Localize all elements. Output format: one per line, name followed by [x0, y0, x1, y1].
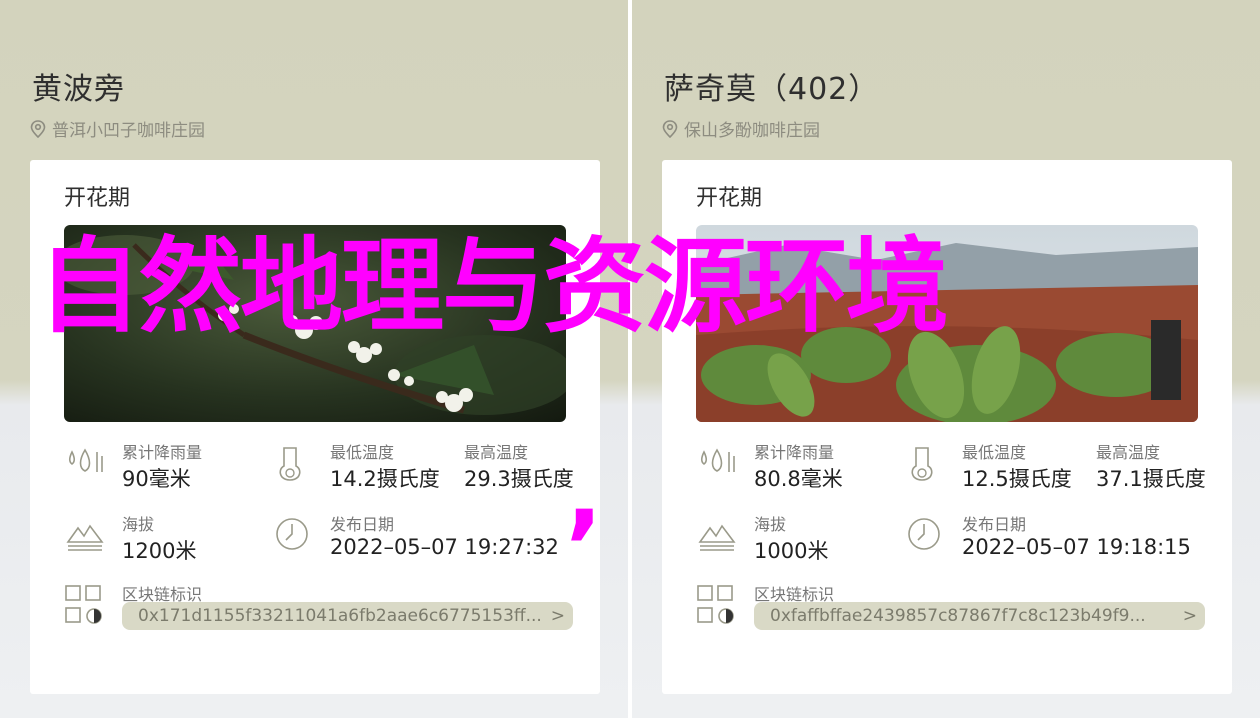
clock-icon — [908, 518, 940, 550]
rainfall-value: 80.8毫米 — [754, 467, 843, 491]
chevron-right-icon: > — [550, 606, 565, 626]
chain-id-text: 0xfaffbffae2439857c87867f7c8c123b49f9... — [770, 606, 1146, 626]
min-temp-value: 14.2摄氏度 — [330, 467, 440, 491]
rain-drops-icon — [68, 448, 103, 472]
qr-chain-icon — [65, 585, 102, 624]
date-value: 2022–05–07 19:27:32 — [330, 535, 559, 559]
mountain-icon — [66, 524, 104, 551]
farm-name: 黄波旁 — [32, 72, 125, 107]
clock-icon — [276, 518, 308, 550]
altitude-label: 海拔 — [122, 515, 155, 534]
right-farm-screen: 萨奇莫（402） 保山多酚咖啡庄园 开花期 累计降雨量 80.8毫米 最低温度 … — [632, 0, 1260, 718]
mountain-icon — [698, 524, 736, 551]
location-pin-icon — [662, 119, 678, 138]
section-title: 开花期 — [696, 186, 763, 211]
chain-id-text: 0x171d1155f33211041a6fb2aae6c6775153ff..… — [138, 606, 542, 626]
location-pin-icon — [30, 119, 46, 138]
max-temp-value: 29.3摄氏度 — [464, 467, 574, 491]
farm-location: 保山多酚咖啡庄园 — [662, 116, 820, 141]
farm-name: 萨奇莫（402） — [664, 72, 880, 107]
chevron-right-icon: > — [1182, 606, 1197, 626]
date-label: 发布日期 — [962, 515, 1027, 534]
farm-location-text: 普洱小凹子咖啡庄园 — [52, 121, 205, 141]
farm-location-text: 保山多酚咖啡庄园 — [684, 121, 820, 141]
date-label: 发布日期 — [330, 515, 395, 534]
rain-drops-icon — [700, 448, 735, 472]
date-value: 2022–05–07 19:18:15 — [962, 535, 1191, 559]
rainfall-label: 累计降雨量 — [754, 443, 835, 462]
min-temp-label: 最低温度 — [962, 443, 1027, 462]
min-temp-value: 12.5摄氏度 — [962, 467, 1072, 491]
chain-id-button[interactable]: 0xfaffbffae2439857c87867f7c8c123b49f9...… — [754, 602, 1205, 630]
min-temp-label: 最低温度 — [330, 443, 395, 462]
rainfall-label: 累计降雨量 — [122, 443, 203, 462]
altitude-value: 1200米 — [122, 539, 197, 563]
overlay-comma: , — [566, 438, 603, 550]
max-temp-label: 最高温度 — [1096, 443, 1161, 462]
rainfall-value: 90毫米 — [122, 467, 191, 491]
section-title: 开花期 — [64, 186, 131, 211]
thermometer-icon — [911, 447, 933, 481]
farm-location: 普洱小凹子咖啡庄园 — [30, 116, 205, 141]
overlay-caption: 自然地理与资源环境 — [38, 227, 949, 347]
qr-chain-icon — [697, 585, 734, 624]
max-temp-label: 最高温度 — [464, 443, 529, 462]
left-farm-screen: 黄波旁 普洱小凹子咖啡庄园 开花期 累计降雨量 90毫米 最低温度 14.2摄氏… — [0, 0, 628, 718]
altitude-value: 1000米 — [754, 539, 829, 563]
max-temp-value: 37.1摄氏度 — [1096, 467, 1206, 491]
thermometer-icon — [279, 447, 301, 481]
altitude-label: 海拔 — [754, 515, 787, 534]
chain-id-button[interactable]: 0x171d1155f33211041a6fb2aae6c6775153ff..… — [122, 602, 573, 630]
